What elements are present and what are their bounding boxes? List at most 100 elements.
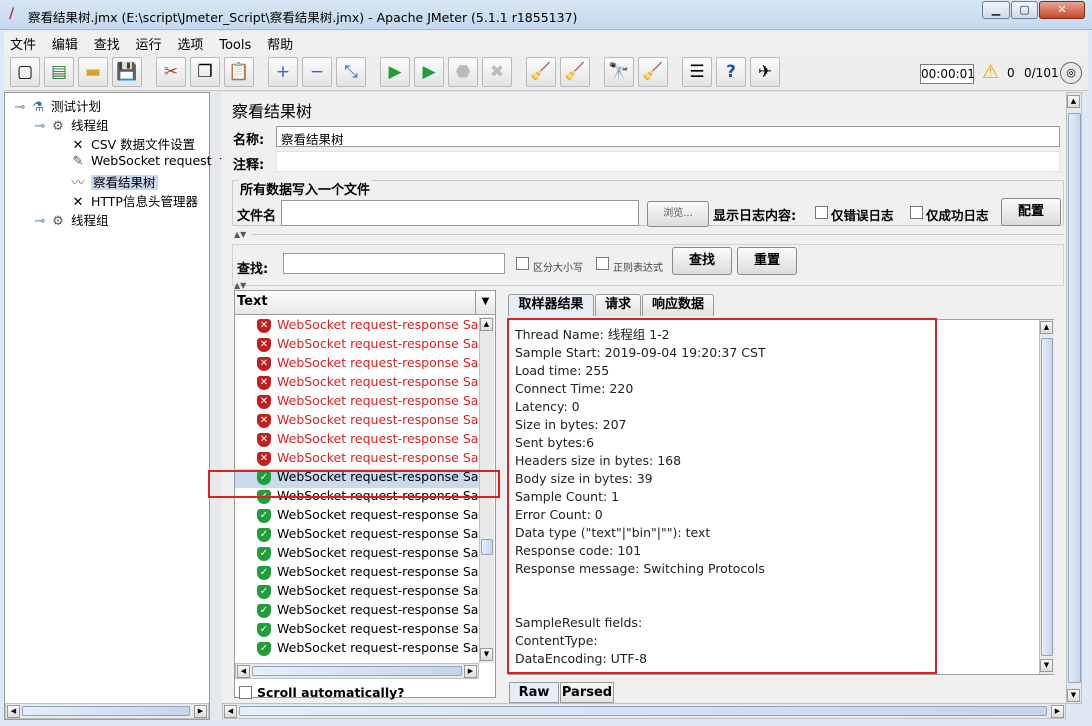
function-helper-icon[interactable]: ☰ (682, 57, 712, 87)
open-icon[interactable]: ▬ (78, 57, 108, 87)
error-shield-icon: ✕ (257, 394, 271, 409)
menu-edit[interactable]: 编辑 (46, 31, 84, 53)
sample-list-item[interactable]: ✕ WebSocket request-response Samp (235, 317, 479, 336)
stop-icon[interactable]: ⬣ (448, 57, 478, 87)
chevron-down-icon[interactable]: ▼ (475, 291, 495, 314)
file-group-title: 所有数据写入一个文件 (238, 179, 373, 198)
sample-list-item[interactable]: ✓ WebSocket request-response Samp (235, 507, 479, 526)
copy-icon[interactable]: ❐ (190, 57, 220, 87)
templates-icon[interactable]: ▤ (44, 57, 74, 87)
main-horizontal-scrollbar[interactable]: ◀ ▶ (222, 703, 1066, 719)
sample-list-item[interactable]: ✓ WebSocket request-response Samp (235, 545, 479, 564)
menu-file[interactable]: 文件 (4, 31, 42, 53)
menu-help[interactable]: 帮助 (261, 31, 299, 53)
tree-item-http-header-manager[interactable]: ✕ HTTP信息头管理器 (69, 191, 198, 210)
tree-horizontal-scrollbar[interactable]: ◀ ▶ (5, 703, 209, 719)
tab-parsed[interactable]: Parsed (560, 682, 614, 703)
save-icon[interactable]: 💾 (112, 57, 142, 87)
tree-item-test-plan[interactable]: ⊸ ⚗ 测试计划 (11, 96, 101, 115)
sample-list-item[interactable]: ✓ WebSocket request-response Samp (235, 621, 479, 640)
clear-icon[interactable]: 🧹 (526, 57, 556, 87)
search-icon[interactable]: 🔭 (604, 57, 634, 87)
reset-button[interactable]: 重置 (737, 247, 797, 275)
regex-checkbox[interactable] (596, 257, 609, 270)
filename-input[interactable] (281, 200, 639, 226)
configure-button[interactable]: 配置 (1001, 198, 1061, 226)
tab-request[interactable]: 请求 (595, 294, 641, 316)
sample-label: WebSocket request-response Samp (277, 450, 479, 465)
menu-options[interactable]: 选项 (171, 31, 209, 53)
sample-list-item[interactable]: ✓ WebSocket request-response Samp (235, 602, 479, 621)
node-handle-icon[interactable]: ⊸ (31, 119, 49, 134)
case-sensitive-checkbox[interactable] (516, 257, 529, 270)
cut-icon[interactable]: ✂ (156, 57, 186, 87)
tab-sampler-result[interactable]: 取样器结果 (508, 294, 594, 316)
toggle-icon[interactable]: ⤡ (336, 57, 366, 87)
collapse-icon[interactable]: − (302, 57, 332, 87)
sample-list-item[interactable]: ✕ WebSocket request-response Samp (235, 374, 479, 393)
menu-search[interactable]: 查找 (88, 31, 126, 53)
errors-only-checkbox[interactable] (815, 206, 828, 219)
tab-response-data[interactable]: 响应数据 (642, 294, 714, 316)
tree-item-websocket-sampler[interactable]: ✎ WebSocket request-r (69, 153, 222, 169)
name-field[interactable]: 察看结果树 (276, 126, 1060, 147)
warning-icon[interactable]: ⚠ (982, 61, 999, 83)
success-shield-icon: ✓ (257, 527, 271, 542)
scroll-auto-checkbox[interactable] (239, 686, 252, 699)
minimize-button[interactable]: ▁ (982, 1, 1010, 19)
sample-list-item[interactable]: ✓ WebSocket request-response Samp (235, 583, 479, 602)
divider-arrows-icon[interactable]: ▲▼ (234, 230, 246, 239)
tree-item-label: WebSocket request-r (90, 153, 222, 168)
menu-tools[interactable]: Tools (213, 35, 257, 53)
renderer-select[interactable]: Text ▼ (235, 291, 495, 315)
sample-list-item[interactable]: ✓ WebSocket request-response Samp (235, 640, 479, 659)
search-label: 查找: (237, 262, 269, 277)
sample-list-item[interactable]: ✕ WebSocket request-response Samp (235, 412, 479, 431)
sample-list-item[interactable]: ✕ WebSocket request-response Samp (235, 431, 479, 450)
comment-field[interactable] (276, 151, 1060, 172)
tree-item-csv-config[interactable]: ✕ CSV 数据文件设置 (69, 134, 196, 153)
page-title: 察看结果树 (232, 102, 313, 121)
menu-run[interactable]: 运行 (130, 31, 168, 53)
close-button[interactable]: ✕ (1039, 1, 1085, 19)
clear-all-icon[interactable]: 🧹 (560, 57, 590, 87)
gear-icon: ⚙ (52, 119, 64, 134)
start-icon[interactable]: ▶ (380, 57, 410, 87)
success-only-checkbox[interactable] (910, 206, 923, 219)
help-icon[interactable]: ? (716, 57, 746, 87)
tree-item-view-results-tree[interactable]: 〰 察看结果树 (69, 172, 158, 191)
tree-item-thread-group[interactable]: ⊸ ⚙ 线程组 (31, 115, 109, 134)
search-input[interactable] (283, 253, 505, 274)
sample-list-item[interactable]: ✕ WebSocket request-response Samp (235, 355, 479, 374)
pane-splitter[interactable] (212, 92, 220, 720)
paste-icon[interactable]: 📋 (224, 57, 254, 87)
sample-list-item[interactable]: ✓ WebSocket request-response Samp (235, 564, 479, 583)
browse-button[interactable]: 浏览... (647, 201, 709, 227)
new-icon[interactable]: ▢ (10, 57, 40, 87)
start-no-pauses-icon[interactable]: ▶ (414, 57, 444, 87)
graph-icon: 〰 (71, 176, 85, 191)
shutdown-icon[interactable]: ✖ (482, 57, 512, 87)
comment-label: 注释: (233, 158, 265, 173)
divider-arrows-icon[interactable]: ▲▼ (234, 281, 246, 290)
sample-list-item[interactable]: ✓ WebSocket request-response Samp (235, 526, 479, 545)
expand-icon[interactable]: + (268, 57, 298, 87)
success-shield-icon: ✓ (257, 508, 271, 523)
sample-list-item[interactable]: ✕ WebSocket request-response Samp (235, 393, 479, 412)
find-button[interactable]: 查找 (672, 247, 732, 275)
maximize-button[interactable]: ▢ (1011, 1, 1038, 19)
tab-raw[interactable]: Raw (509, 682, 559, 703)
result-vertical-scrollbar[interactable]: ▲ ▼ (1039, 320, 1054, 674)
list-horizontal-scrollbar[interactable]: ◀ ▶ (235, 663, 479, 679)
tree-item-thread-group-2[interactable]: ⊸ ⚙ 线程组 (31, 210, 109, 229)
errors-only-label: 仅错误日志 (831, 208, 894, 223)
tree-item-label: 线程组 (70, 213, 109, 228)
node-handle-icon[interactable]: ⊸ (11, 100, 29, 115)
main-vertical-scrollbar[interactable]: ▲ ▼ (1066, 92, 1082, 704)
reset-search-icon[interactable]: 🧹 (638, 57, 668, 87)
tree-item-label: 察看结果树 (90, 175, 158, 190)
sample-list-item[interactable]: ✕ WebSocket request-response Samp (235, 336, 479, 355)
remote-icon[interactable]: ✈ (750, 57, 780, 87)
sample-list-item[interactable]: ✕ WebSocket request-response Samp (235, 450, 479, 469)
node-handle-icon[interactable]: ⊸ (31, 214, 49, 229)
